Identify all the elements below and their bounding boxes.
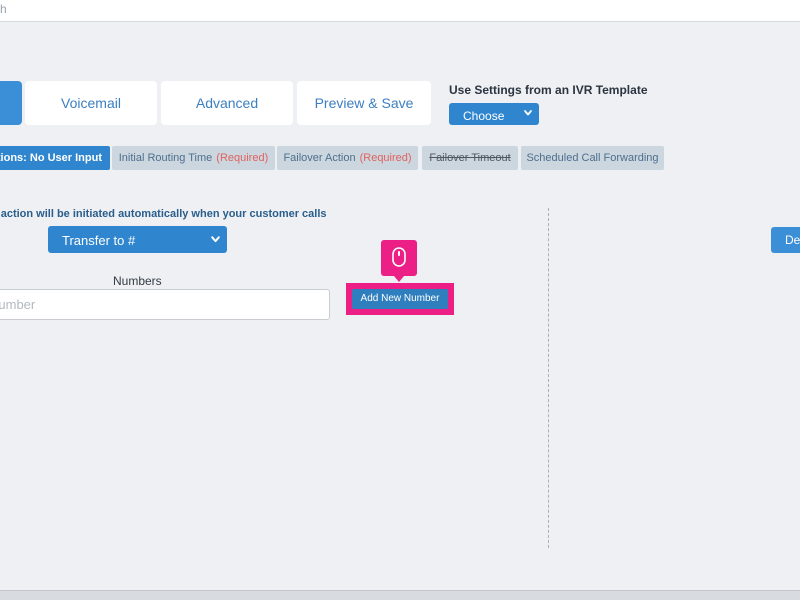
tab-advanced[interactable]: Advanced [161, 81, 293, 125]
template-select[interactable]: Choose [449, 103, 539, 125]
subtab-failover-action[interactable]: Failover Action (Required) [277, 146, 418, 170]
tab-active-partial[interactable] [0, 81, 22, 125]
mouse-icon [392, 247, 406, 267]
number-input[interactable] [0, 289, 330, 320]
add-new-number-button[interactable]: Add New Number [352, 289, 448, 309]
subtab-no-user-input[interactable]: ctions: No User Input [0, 146, 110, 170]
subtab-label: Initial Routing Time [118, 152, 213, 164]
required-label: (Required) [216, 152, 269, 164]
tab-voicemail[interactable]: Voicemail [25, 81, 157, 125]
subtab-label: Failover Action [283, 152, 356, 164]
chevron-down-icon [524, 110, 532, 116]
right-panel-button[interactable]: De [771, 227, 800, 253]
top-bar-text: h [0, 2, 7, 16]
top-bar: h [0, 0, 800, 22]
subtab-label: Failover Timeout [429, 152, 511, 164]
subtab-failover-timeout[interactable]: Failover Timeout [422, 146, 518, 170]
click-marker-pointer [394, 276, 404, 282]
panel-divider [548, 208, 549, 548]
instruction-text: t action will be initiated automatically… [0, 208, 327, 220]
numbers-label: Numbers [113, 274, 162, 288]
subtab-initial-routing-time[interactable]: Initial Routing Time (Required) [112, 146, 275, 170]
subtab-label: Scheduled Call Forwarding [526, 152, 659, 164]
tab-preview-save[interactable]: Preview & Save [297, 81, 431, 125]
bottom-bar [0, 590, 800, 600]
required-label: (Required) [359, 152, 412, 164]
subtab-label: ctions: No User Input [0, 152, 102, 164]
action-select[interactable]: Transfer to # [48, 226, 227, 253]
template-select-value: Choose [463, 109, 505, 123]
chevron-down-icon [211, 236, 220, 243]
action-select-value: Transfer to # [62, 233, 136, 248]
click-marker [381, 240, 417, 282]
template-label: Use Settings from an IVR Template [449, 83, 648, 97]
ivr-settings-page: h Voicemail Advanced Preview & Save Use … [0, 0, 800, 600]
subtab-scheduled-call-forwarding[interactable]: Scheduled Call Forwarding [521, 146, 664, 170]
